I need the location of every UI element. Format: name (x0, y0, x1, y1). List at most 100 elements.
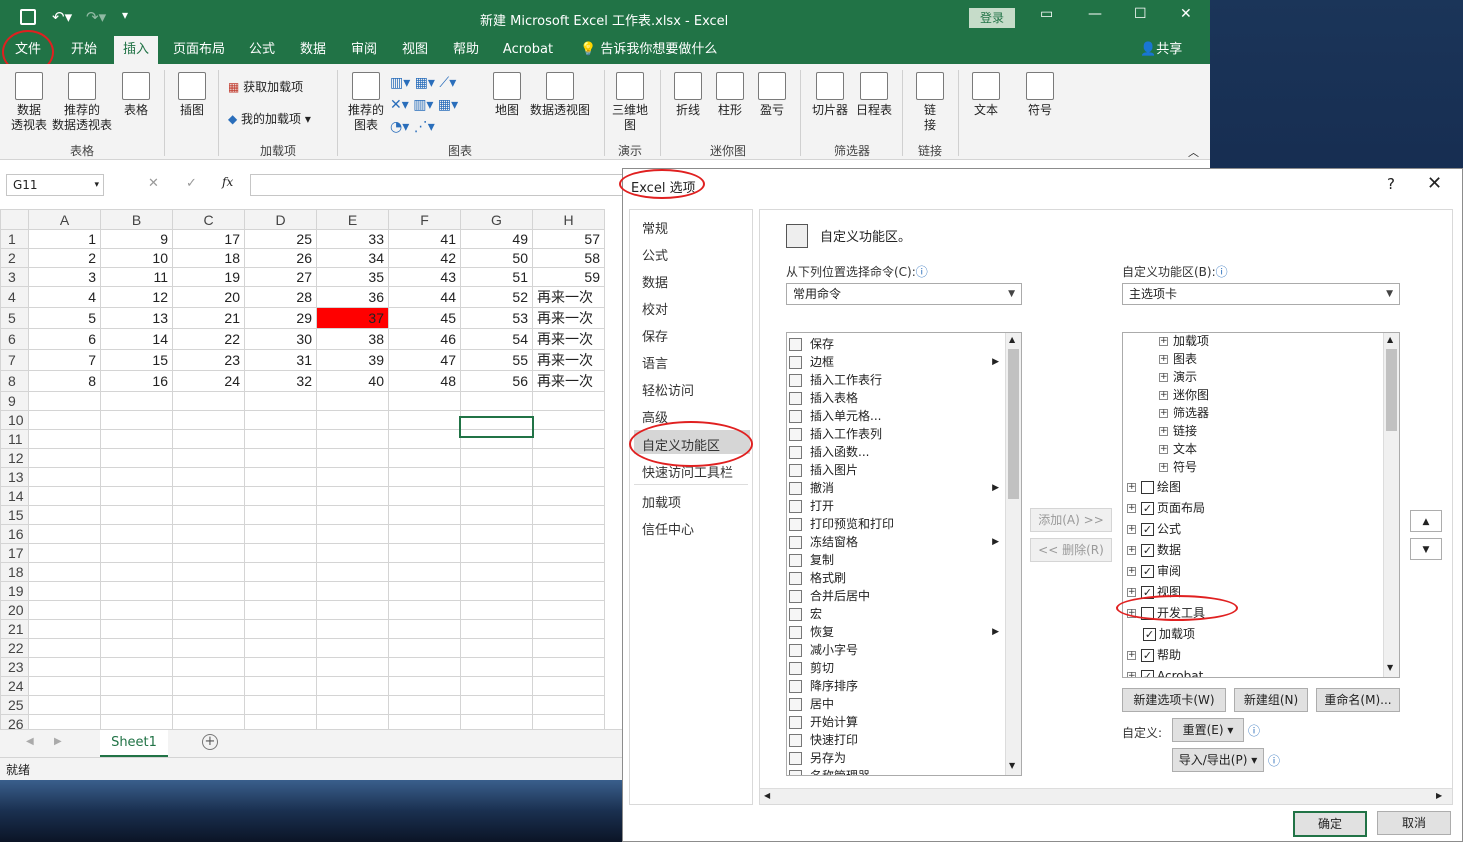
cell[interactable]: 26 (244, 248, 317, 268)
cell[interactable] (244, 391, 317, 411)
expand-icon[interactable]: + (1127, 525, 1136, 534)
cell[interactable]: 29 (244, 307, 317, 329)
cell[interactable] (388, 524, 461, 544)
cell[interactable] (532, 695, 605, 715)
cell[interactable]: 19 (172, 267, 245, 287)
cell[interactable] (244, 429, 317, 449)
command-item[interactable]: 格式刷 (789, 569, 1003, 587)
cell[interactable]: 28 (244, 286, 317, 308)
cell[interactable] (100, 638, 173, 658)
cell[interactable] (316, 543, 389, 563)
cell[interactable] (28, 448, 101, 468)
scroll-down-icon[interactable]: ▼ (1009, 761, 1015, 770)
cell[interactable] (388, 391, 461, 411)
tree-tab-item[interactable]: + ✓ 页面布局 (1127, 498, 1205, 518)
command-item[interactable]: 另存为 (789, 749, 1003, 767)
command-item[interactable]: 快速打印 (789, 731, 1003, 749)
cell[interactable] (532, 543, 605, 563)
cell[interactable]: 38 (316, 328, 389, 350)
commands-scrollbar[interactable]: ▲ ▼ (1005, 333, 1021, 775)
cell[interactable] (100, 448, 173, 468)
cell[interactable] (532, 714, 605, 729)
cell[interactable]: 18 (172, 248, 245, 268)
tab-checkbox[interactable]: ✓ (1141, 502, 1154, 515)
cell[interactable] (316, 695, 389, 715)
cell[interactable]: 55 (460, 349, 533, 371)
row-header[interactable]: 4 (0, 286, 29, 308)
sheet-tab[interactable]: Sheet1 (100, 730, 168, 757)
cell[interactable] (100, 714, 173, 729)
login-button[interactable]: 登录 (969, 8, 1015, 28)
cell[interactable] (172, 524, 245, 544)
recommended-charts-button[interactable]: 推荐的 图表 (344, 72, 388, 133)
expand-icon[interactable]: + (1159, 427, 1168, 436)
row-header[interactable]: 9 (0, 391, 29, 411)
new-tab-button[interactable]: 新建选项卡(W) (1122, 688, 1226, 712)
cell[interactable] (100, 676, 173, 696)
cell[interactable] (532, 410, 605, 430)
cell[interactable]: 54 (460, 328, 533, 350)
row-header[interactable]: 6 (0, 328, 29, 350)
cell[interactable]: 12 (100, 286, 173, 308)
command-item[interactable]: 打开 (789, 497, 1003, 515)
command-item[interactable]: 边框 ▶ (789, 353, 1003, 371)
cell[interactable] (100, 619, 173, 639)
nav-trust-center[interactable]: 信任中心 (642, 519, 694, 538)
cell[interactable] (172, 581, 245, 601)
tree-tab-item[interactable]: + ✓ 审阅 (1127, 561, 1181, 581)
cell[interactable] (244, 486, 317, 506)
cell[interactable] (244, 467, 317, 487)
cell[interactable]: 36 (316, 286, 389, 308)
collapse-ribbon-icon[interactable]: ︿ (1188, 144, 1199, 160)
cell[interactable] (388, 562, 461, 582)
cell[interactable] (316, 524, 389, 544)
tree-tab-item[interactable]: + ✓ 数据 (1127, 540, 1181, 560)
command-item[interactable]: 插入表格 (789, 389, 1003, 407)
column-header[interactable]: F (388, 209, 461, 230)
cell[interactable] (172, 676, 245, 696)
cell[interactable]: 23 (172, 349, 245, 371)
select-all-corner[interactable] (0, 209, 29, 230)
horizontal-scrollbar[interactable]: ◀ ▶ (760, 788, 1452, 804)
cell[interactable] (244, 638, 317, 658)
cell[interactable] (388, 638, 461, 658)
cell[interactable] (532, 562, 605, 582)
cell[interactable] (28, 410, 101, 430)
cell[interactable]: 27 (244, 267, 317, 287)
cell[interactable]: 48 (388, 370, 461, 392)
cell[interactable]: 41 (388, 229, 461, 249)
cell[interactable]: 30 (244, 328, 317, 350)
cell[interactable] (532, 467, 605, 487)
cell[interactable] (460, 391, 533, 411)
row-header[interactable]: 24 (0, 676, 29, 696)
cell[interactable]: 35 (316, 267, 389, 287)
column-header[interactable]: G (460, 209, 533, 230)
cell[interactable]: 50 (460, 248, 533, 268)
cell[interactable] (460, 676, 533, 696)
cell[interactable]: 6 (28, 328, 101, 350)
cell[interactable] (28, 581, 101, 601)
cell[interactable] (460, 657, 533, 677)
move-up-button[interactable]: ▲ (1410, 510, 1442, 532)
cell[interactable] (28, 543, 101, 563)
tab-checkbox[interactable]: ✓ (1141, 649, 1154, 662)
command-item[interactable]: 减小字号 (789, 641, 1003, 659)
cancel-button[interactable]: 取消 (1377, 811, 1451, 835)
cell[interactable] (100, 429, 173, 449)
cell[interactable] (460, 543, 533, 563)
command-item[interactable]: 开始计算 (789, 713, 1003, 731)
cell[interactable] (388, 486, 461, 506)
ribbon-tree[interactable]: + 加载项 + 图表 + 演示 + 迷你图 + 筛选器 + 链接 + 文本 + 符号 + 绘图 + ✓ 页面布局 + ✓ 公式… (1122, 332, 1400, 678)
cell[interactable] (316, 410, 389, 430)
get-addins-button[interactable]: ▦ 获取加载项 (228, 80, 328, 95)
reset-button[interactable]: 重置(E) ▾ (1172, 718, 1244, 742)
cell[interactable] (532, 581, 605, 601)
tree-tab-item[interactable]: + ✓ 帮助 (1127, 645, 1181, 665)
next-sheet-icon[interactable]: ▶ (54, 736, 62, 747)
tab-checkbox[interactable]: ✓ (1141, 565, 1154, 578)
command-item[interactable]: 插入工作表列 (789, 425, 1003, 443)
tab-acrobat[interactable]: Acrobat (498, 36, 558, 64)
cell[interactable] (316, 581, 389, 601)
minimize-icon[interactable]: — (1088, 6, 1102, 22)
cell[interactable] (100, 486, 173, 506)
